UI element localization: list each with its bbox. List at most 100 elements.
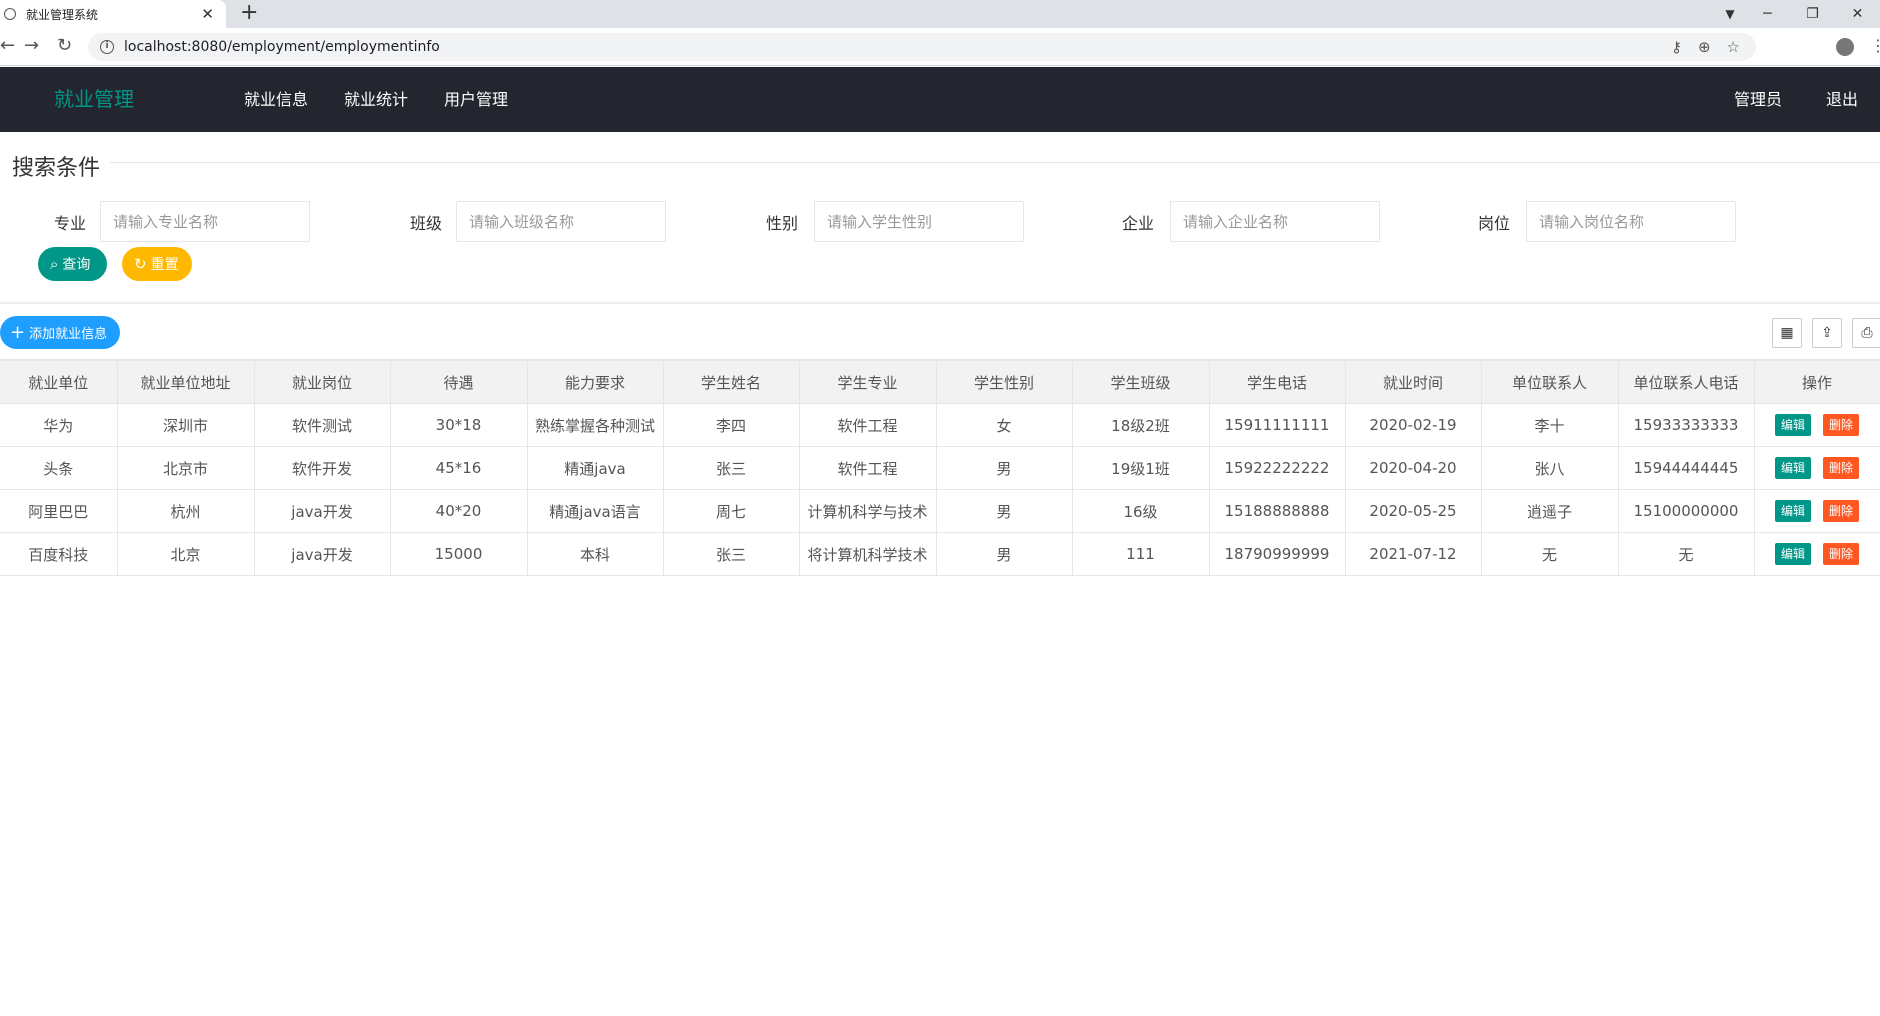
table-cell: 深圳市 [117,403,255,447]
restore-button[interactable]: ❐ [1790,6,1835,22]
table-cell: 北京 [117,532,255,576]
column-header[interactable]: 单位联系人电话 [1618,360,1755,404]
column-header[interactable]: 单位联系人 [1481,360,1619,404]
table-header-row: 就业单位 就业单位地址 就业岗位 待遇 能力要求 学生姓名 学生专业 学生性别 … [0,360,1880,404]
table-cell: 男 [936,489,1073,533]
table-cell: 40*20 [390,489,528,533]
columns-filter-icon[interactable]: ▦ [1772,318,1802,348]
nav-employment-info[interactable]: 就业信息 [226,67,326,132]
profile-icon[interactable] [1836,38,1854,56]
column-header[interactable]: 就业时间 [1345,360,1482,404]
search-legend: 搜索条件 [12,150,111,182]
position-label: 岗位 [1477,214,1510,233]
table-toolbar: + 添加就业信息 ▦ ⇪ ⎙ [0,304,1880,360]
column-header[interactable]: 学生专业 [799,360,937,404]
company-input[interactable] [1170,201,1380,242]
browser-toolbar: ← → ↻ i localhost:8080/employment/employ… [0,28,1880,66]
edit-button[interactable]: 编辑 [1774,457,1811,479]
export-icon[interactable]: ⇪ [1812,318,1842,348]
table-cell: 18级2班 [1072,403,1210,447]
table-cell: 软件测试 [254,403,391,447]
tab-title: 就业管理系统 [26,7,99,22]
reload-button[interactable]: ↻ [57,35,72,56]
table-cell: 15911111111 [1209,403,1346,447]
back-button[interactable]: ← [0,35,15,56]
class-input[interactable] [456,201,666,242]
logout-link[interactable]: 退出 [1804,67,1880,132]
reset-button[interactable]: ↻ 重置 [122,247,192,281]
column-header[interactable]: 就业单位 [0,360,118,404]
table-cell: 16级 [1072,489,1210,533]
delete-button[interactable]: 删除 [1823,457,1860,479]
nav-employment-stats[interactable]: 就业统计 [326,67,426,132]
delete-button[interactable]: 删除 [1823,543,1860,565]
user-menu[interactable]: 管理员 [1712,67,1804,132]
table-cell: 精通java语言 [527,489,664,533]
table-row[interactable]: 头条 北京市 软件开发 45*16 精通java 张三 软件工程 男 19级1班… [0,446,1880,490]
table-row[interactable]: 阿里巴巴 杭州 java开发 40*20 精通java语言 周七 计算机科学与技… [0,489,1880,533]
table-row[interactable]: 百度科技 北京 java开发 15000 本科 张三 将计算机科学技术 男 11… [0,532,1880,576]
column-header[interactable]: 学生班级 [1072,360,1210,404]
zoom-icon[interactable]: ⊕ [1698,38,1711,56]
forward-button[interactable]: → [24,35,39,56]
print-icon[interactable]: ⎙ [1852,318,1880,348]
table-cell: 男 [936,532,1073,576]
key-icon[interactable]: ⚷ [1671,38,1682,56]
column-header[interactable]: 学生电话 [1209,360,1346,404]
major-input[interactable] [100,201,310,242]
company-label: 企业 [1121,214,1154,233]
minimize-button[interactable]: ─ [1745,6,1790,22]
edit-button[interactable]: 编辑 [1774,543,1811,565]
edit-button[interactable]: 编辑 [1774,414,1811,436]
table-cell: 阿里巴巴 [0,489,118,533]
table-cell: 软件开发 [254,446,391,490]
query-button-label: 查询 [62,257,91,273]
table-cell: 百度科技 [0,532,118,576]
table-cell: 本科 [527,532,664,576]
table-cell: 杭州 [117,489,255,533]
kebab-menu-icon[interactable]: ⋮ [1870,36,1880,55]
query-button[interactable]: ⌕ 查询 [38,247,107,281]
table-cell: 19级1班 [1072,446,1210,490]
info-icon[interactable]: i [100,40,114,54]
position-input[interactable] [1526,201,1736,242]
table-row[interactable]: 华为 深圳市 软件测试 30*18 熟练掌握各种测试 李四 软件工程 女 18级… [0,403,1880,447]
app-logo[interactable]: 就业管理 [54,67,134,132]
gender-label: 性别 [765,214,798,233]
major-label: 专业 [53,214,86,233]
plus-icon: + [10,321,26,343]
url-text[interactable]: localhost:8080/employment/employmentinfo [124,39,1671,55]
delete-button[interactable]: 删除 [1823,414,1860,436]
table-cell: 女 [936,403,1073,447]
column-header[interactable]: 待遇 [390,360,528,404]
column-header[interactable]: 学生性别 [936,360,1073,404]
table-cell: 15188888888 [1209,489,1346,533]
address-bar[interactable]: i localhost:8080/employment/employmentin… [88,33,1756,61]
nav-user-management[interactable]: 用户管理 [426,67,526,132]
chevron-down-icon[interactable]: ▼ [1715,7,1745,21]
app-header: 就业管理 就业信息 就业统计 用户管理 管理员 退出 [0,67,1880,132]
delete-button[interactable]: 删除 [1823,500,1860,522]
new-tab-button[interactable]: + [240,0,258,28]
table-cell: 头条 [0,446,118,490]
table-cell: 无 [1481,532,1619,576]
close-tab-icon[interactable]: ✕ [201,6,214,22]
browser-tab[interactable]: 就业管理系统 ✕ [0,0,226,28]
row-actions: 编辑 删除 [1754,532,1880,576]
row-actions: 编辑 删除 [1754,403,1880,447]
column-header[interactable]: 就业岗位 [254,360,391,404]
main-nav: 就业信息 就业统计 用户管理 [226,67,526,132]
add-employment-button[interactable]: + 添加就业信息 [0,316,120,349]
column-header[interactable]: 能力要求 [527,360,664,404]
column-header[interactable]: 就业单位地址 [117,360,255,404]
table-cell: 软件工程 [799,403,937,447]
gender-input[interactable] [814,201,1024,242]
reset-button-label: 重置 [150,257,179,273]
table-cell: 李十 [1481,403,1619,447]
column-header[interactable]: 学生姓名 [663,360,800,404]
table-cell: 逍遥子 [1481,489,1619,533]
table-cell: 2020-05-25 [1345,489,1482,533]
star-icon[interactable]: ☆ [1727,38,1740,56]
edit-button[interactable]: 编辑 [1774,500,1811,522]
close-window-button[interactable]: ✕ [1835,6,1880,22]
